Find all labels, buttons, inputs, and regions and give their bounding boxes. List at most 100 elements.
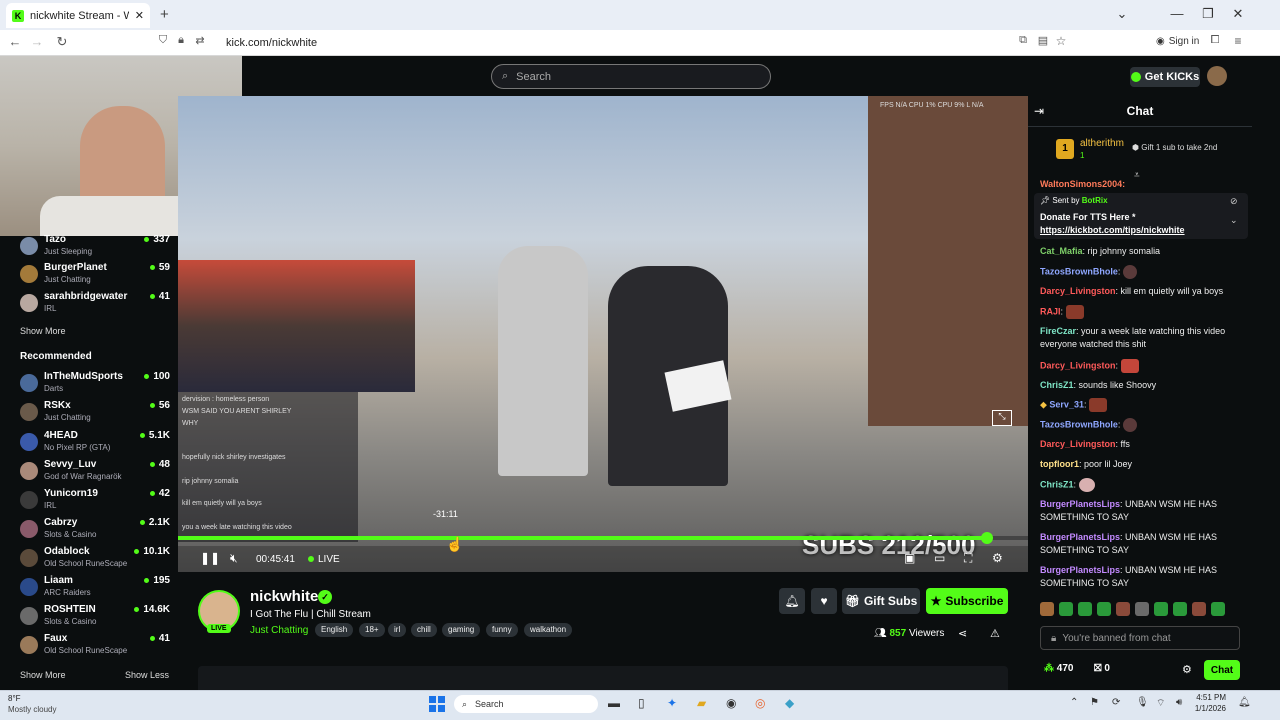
stream-tag[interactable]: chill — [411, 623, 437, 637]
sidebar-channel-cabrzy[interactable]: Cabrzy Slots & Casino 2.1K — [20, 517, 170, 545]
streamer-name[interactable]: nickwhite — [250, 588, 318, 605]
show-more-recommended[interactable]: Show More — [20, 670, 66, 680]
clip-icon[interactable]: ▣ — [904, 551, 915, 565]
obs-icon[interactable]: ◉ — [726, 696, 736, 710]
notepad-icon[interactable]: ▯ — [638, 696, 645, 710]
emote-icon[interactable] — [1059, 602, 1073, 616]
emote-icon[interactable] — [1040, 602, 1054, 616]
chat-username[interactable]: Darcy_Livingston — [1040, 360, 1116, 370]
emote-icon[interactable] — [1097, 602, 1111, 616]
user-avatar[interactable] — [1207, 66, 1227, 86]
taskbar-search[interactable]: ⌕ Search — [454, 695, 598, 713]
menu-icon[interactable]: ≡ — [1229, 34, 1247, 48]
stream-category[interactable]: Just Chatting — [250, 625, 308, 636]
chat-username[interactable]: RAJI — [1040, 306, 1061, 316]
clock-time[interactable]: 4:51 PM — [1196, 693, 1226, 702]
sidebar-channel-rskx[interactable]: RSKx Just Chatting 56 — [20, 400, 170, 428]
stream-tag[interactable]: English — [315, 623, 354, 637]
sidebar-channel-sarahbridgewater[interactable]: sarahbridgewater IRL 41 — [20, 291, 170, 319]
chat-settings-icon[interactable]: ⚙ — [1182, 663, 1192, 676]
restore-icon[interactable]: ❐ — [1198, 6, 1218, 22]
fullscreen-icon[interactable]: ⛶ — [964, 551, 972, 566]
emote-icon[interactable] — [1078, 602, 1092, 616]
firefox-icon[interactable]: ◎ — [755, 696, 765, 710]
chat-username[interactable]: BurgerPlanetsLips — [1040, 532, 1120, 542]
emote-icon[interactable] — [1192, 602, 1206, 616]
weather-desc[interactable]: Mostly cloudy — [8, 705, 56, 714]
back-icon[interactable]: ← — [6, 34, 24, 49]
sidebar-channel-4head[interactable]: 4HEAD No Pixel RP (GTA) 5.1K — [20, 430, 170, 458]
sidebar-channel-sevvy-luv[interactable]: Sevvy_Luv God of War Ragnarök 48 — [20, 459, 170, 487]
top-gifter-name[interactable]: altherithm — [1080, 138, 1124, 149]
volume-icon[interactable]: 🔊︎ — [1176, 697, 1182, 708]
expand-leaderboard-icon[interactable]: ⩡ — [1134, 170, 1140, 181]
stream-tag[interactable]: 18+ — [359, 623, 385, 637]
notifications-icon[interactable]: 🔔︎ — [1238, 697, 1251, 708]
chat-username[interactable]: FireCzar — [1040, 326, 1076, 336]
pause-icon[interactable]: ❚❚ — [200, 551, 220, 565]
sidebar-channel-odablock[interactable]: Odablock Old School RuneScape 10.1K — [20, 546, 170, 574]
weather-temp[interactable]: 8°F — [8, 694, 21, 703]
lock-icon[interactable]: 🔒︎ — [172, 34, 190, 47]
get-kicks-button[interactable]: Get KICKs — [1130, 67, 1200, 87]
show-less-recommended[interactable]: Show Less — [125, 670, 169, 680]
sign-in-button[interactable]: ◉ Sign in — [1156, 36, 1199, 47]
stream-tag[interactable]: walkathon — [524, 623, 573, 637]
points-display[interactable]: ⁂ 470 — [1044, 663, 1073, 674]
live-indicator[interactable]: LIVE — [308, 554, 340, 565]
sidebar-channel-yunicorn19[interactable]: Yunicorn19 IRL 42 — [20, 488, 170, 516]
chat-username[interactable]: topfloor1 — [1040, 459, 1079, 469]
share-icon[interactable]: ⋖ — [958, 627, 967, 640]
permissions-icon[interactable]: ⇄ — [191, 34, 209, 47]
wifi-icon[interactable]: ⌔ — [1156, 697, 1165, 710]
chat-username[interactable]: ChrisZ1 — [1040, 479, 1074, 489]
chat-username[interactable]: Darcy_Livingston — [1040, 286, 1116, 296]
pinned-link[interactable]: https://kickbot.com/tips/nickwhite — [1040, 225, 1185, 235]
chat-username[interactable]: Serv_31 — [1049, 399, 1084, 409]
reader-view-icon[interactable]: ▤ — [1034, 34, 1052, 47]
chat-username[interactable]: BurgerPlanetsLips — [1040, 565, 1120, 575]
extensions-icon[interactable]: ⧠ — [1206, 34, 1224, 47]
minimize-icon[interactable]: — — [1167, 6, 1187, 21]
close-window-icon[interactable]: ✕ — [1228, 6, 1248, 22]
bookmark-star-icon[interactable]: ☆ — [1052, 34, 1070, 48]
chat-username[interactable]: BurgerPlanetsLips — [1040, 499, 1120, 509]
browser-tab[interactable]: K nickwhite Stream - Watch Live o ✕ — [6, 3, 150, 28]
stream-tag[interactable]: funny — [486, 623, 518, 637]
chat-username[interactable]: TazosBrownBhole — [1040, 419, 1118, 429]
show-more-following[interactable]: Show More — [20, 326, 66, 336]
shield-icon[interactable]: ⛉ — [154, 34, 172, 47]
notification-bell-button[interactable]: 🔔︎ — [779, 588, 805, 614]
microphone-icon[interactable]: 🎙︎ — [1136, 697, 1149, 708]
expand-icon[interactable]: ⤡ — [992, 410, 1012, 426]
chevron-down-icon[interactable]: ⌄ — [1230, 215, 1238, 226]
new-tab-icon[interactable]: + — [160, 6, 169, 23]
gift-sub-prompt[interactable]: ⬢ Gift 1 sub to take 2nd — [1132, 143, 1217, 152]
emote-icon[interactable] — [1211, 602, 1225, 616]
tray-app-icon[interactable]: ⚑ — [1090, 697, 1099, 708]
emote-icon[interactable] — [1116, 602, 1130, 616]
emote-icon[interactable] — [1135, 602, 1149, 616]
search-input[interactable]: ⌕ Search — [491, 64, 771, 89]
sidebar-channel-liaam[interactable]: Liaam ARC Raiders 195 — [20, 575, 170, 603]
close-tab-icon[interactable]: ✕ — [135, 9, 144, 22]
report-icon[interactable]: ⚠ — [990, 627, 1000, 640]
chat-username-truncated[interactable]: WaltonSimons2004: — [1040, 179, 1125, 189]
stream-tag[interactable]: gaming — [442, 623, 481, 637]
show-hidden-icons[interactable]: ⌃ — [1070, 697, 1078, 708]
chat-send-button[interactable]: Chat — [1204, 660, 1240, 680]
sidebar-channel-inthemudsports[interactable]: InTheMudSports Darts 100 — [20, 371, 170, 399]
gift-subs-button[interactable]: 🎁︎ Gift Subs — [842, 588, 920, 614]
start-icon[interactable] — [429, 696, 445, 712]
sidebar-channel-burgerplanet[interactable]: BurgerPlanet Just Chatting 59 — [20, 262, 170, 290]
mute-icon[interactable]: 🔇︎ — [230, 551, 238, 566]
emote-icon[interactable] — [1173, 602, 1187, 616]
chat-input[interactable]: 🔒︎ You're banned from chat — [1040, 626, 1240, 650]
app-icon[interactable]: ◆ — [785, 696, 794, 710]
stream-tag[interactable]: irl — [388, 623, 407, 637]
picture-in-picture-icon[interactable]: ⧉ — [1014, 34, 1032, 47]
tab-list-icon[interactable]: ⌄ — [1112, 6, 1132, 22]
chat-username[interactable]: ChrisZ1 — [1040, 380, 1074, 390]
sidebar-channel-roshtein[interactable]: ROSHTEIN Slots & Casino 14.6K — [20, 604, 170, 632]
follow-button[interactable]: ♥ — [811, 588, 837, 614]
